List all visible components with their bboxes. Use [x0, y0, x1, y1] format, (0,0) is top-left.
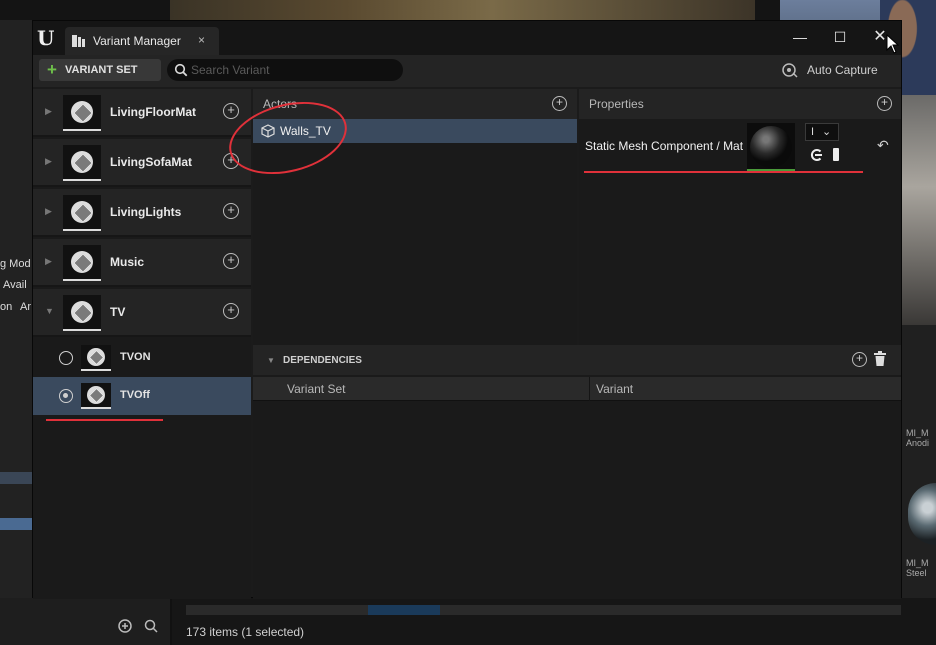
variant-set-item[interactable]: ▶ LivingSofaMat + — [33, 139, 251, 187]
add-dependency-icon[interactable]: + — [852, 352, 867, 367]
variant-set-thumbnail — [63, 145, 101, 181]
dependencies-panel: ▼ DEPENDENCIES + Variant Set Variant — [253, 345, 901, 599]
expanded-arrow-icon[interactable]: ▼ — [45, 306, 54, 316]
variant-set-item[interactable]: ▼ TV + — [33, 289, 251, 337]
collapsed-arrow-icon[interactable]: ▶ — [45, 206, 52, 217]
variant-set-item[interactable]: ▶ LivingFloorMat + — [33, 89, 251, 137]
variant-manager-icon — [72, 35, 86, 47]
add-variant-icon[interactable]: + — [223, 253, 239, 269]
status-text: 173 items (1 selected) — [186, 625, 305, 639]
variant-set-thumbnail — [63, 245, 101, 281]
variant-radio-checked[interactable] — [59, 389, 73, 403]
left-panel-text: on — [0, 301, 13, 313]
plus-icon: + — [47, 60, 57, 79]
column-variant[interactable]: Variant — [596, 382, 633, 396]
variant-set-item[interactable]: ▶ Music + — [33, 239, 251, 287]
browse-icon[interactable] — [833, 148, 839, 161]
variant-item-selected[interactable]: TVOff — [33, 377, 251, 415]
tab-close-icon[interactable]: × — [198, 33, 205, 47]
column-divider[interactable] — [589, 377, 590, 401]
asset-thumb-label: MI_M Anodi — [906, 428, 930, 448]
variant-set-thumbnail — [63, 295, 101, 331]
variant-name: TVOff — [120, 389, 150, 401]
variant-set-name: LivingLights — [110, 205, 182, 219]
auto-capture-button[interactable]: Auto Capture — [781, 59, 893, 81]
minimize-button[interactable]: — — [787, 26, 813, 48]
variant-radio[interactable] — [59, 351, 73, 365]
left-panel-row — [0, 472, 34, 484]
dependencies-column-header: Variant Set Variant — [253, 377, 901, 401]
variant-set-thumbnail — [63, 95, 101, 131]
toolbar: + VARIANT SET Auto Capture — [33, 55, 901, 87]
variant-set-name: LivingFloorMat — [110, 105, 196, 119]
properties-title: Properties — [589, 97, 644, 111]
material-thumbnail[interactable] — [747, 123, 795, 171]
collapsed-arrow-icon[interactable]: ▶ — [45, 106, 52, 117]
variant-set-name: TV — [110, 305, 126, 319]
variant-set-thumbnail — [63, 195, 101, 231]
add-actor-icon[interactable]: + — [552, 96, 567, 111]
variant-set-list: ▶ LivingFloorMat + ▶ LivingSofaMat + ▶ L… — [33, 89, 251, 599]
left-panel-text: g Mod — [0, 258, 31, 270]
variant-name: TVON — [120, 351, 151, 363]
asset-thumb-label: MI_M Steel — [906, 558, 929, 578]
add-variant-icon[interactable]: + — [223, 203, 239, 219]
add-circle-icon[interactable] — [117, 618, 133, 634]
annotation-underline — [46, 419, 163, 421]
tab-variant-manager[interactable]: Variant Manager × — [65, 27, 219, 55]
search-icon[interactable] — [143, 618, 159, 634]
left-panel-row — [0, 518, 34, 530]
collapsed-arrow-icon[interactable]: ▶ — [45, 156, 52, 167]
background-viewport-strip — [170, 0, 755, 20]
add-variant-set-button[interactable]: + VARIANT SET — [39, 59, 161, 81]
column-variant-set[interactable]: Variant Set — [287, 382, 345, 396]
unreal-logo-icon: U — [37, 26, 55, 50]
variant-thumbnail — [81, 345, 111, 371]
add-variant-set-label: VARIANT SET — [65, 64, 138, 76]
properties-header: Properties + — [579, 89, 901, 119]
use-selected-icon[interactable] — [810, 148, 824, 162]
content-browser-strip — [186, 605, 901, 615]
dependencies-header[interactable]: ▼ DEPENDENCIES + — [253, 345, 901, 375]
variant-set-name: Music — [110, 255, 145, 269]
mouse-cursor-icon — [886, 33, 900, 54]
maximize-button[interactable]: ☐ — [827, 26, 853, 48]
reset-arrow-icon[interactable]: ↶ — [877, 137, 889, 154]
variant-manager-window: U Variant Manager × — ☐ ✕ + VARIANT SET — [32, 20, 902, 599]
properties-panel: Properties + Static Mesh Component / Mat… — [579, 89, 901, 345]
material-dropdown[interactable]: I ⌄ — [805, 123, 839, 141]
background-viewport-room — [902, 95, 936, 325]
chevron-down-icon: ⌄ — [822, 126, 832, 138]
add-property-icon[interactable]: + — [877, 96, 892, 111]
variant-set-name: LivingSofaMat — [110, 155, 193, 169]
add-variant-icon[interactable]: + — [223, 303, 239, 319]
material-dropdown-value: I — [811, 126, 815, 138]
annotation-underline — [584, 171, 863, 173]
add-variant-icon[interactable]: + — [223, 103, 239, 119]
property-label: Static Mesh Component / Mat — [585, 139, 744, 153]
tab-title: Variant Manager — [93, 34, 181, 48]
variant-item[interactable]: TVON — [33, 339, 251, 377]
variant-thumbnail — [81, 383, 111, 409]
left-panel-text: Ar — [20, 301, 31, 313]
dependencies-title: DEPENDENCIES — [283, 355, 362, 366]
expanded-arrow-icon[interactable]: ▼ — [267, 356, 275, 365]
collapsed-arrow-icon[interactable]: ▶ — [45, 256, 52, 267]
search-icon — [174, 63, 188, 77]
title-bar[interactable]: U Variant Manager × — ☐ ✕ — [33, 21, 901, 55]
content-browser-selected-strip — [368, 605, 440, 615]
search-box[interactable] — [167, 59, 403, 81]
variant-set-item[interactable]: ▶ LivingLights + — [33, 189, 251, 237]
left-panel-text: Avail — [3, 279, 27, 291]
search-input[interactable] — [191, 62, 391, 78]
auto-capture-label: Auto Capture — [807, 63, 878, 77]
trash-icon[interactable] — [873, 351, 887, 367]
auto-capture-icon — [781, 61, 799, 79]
